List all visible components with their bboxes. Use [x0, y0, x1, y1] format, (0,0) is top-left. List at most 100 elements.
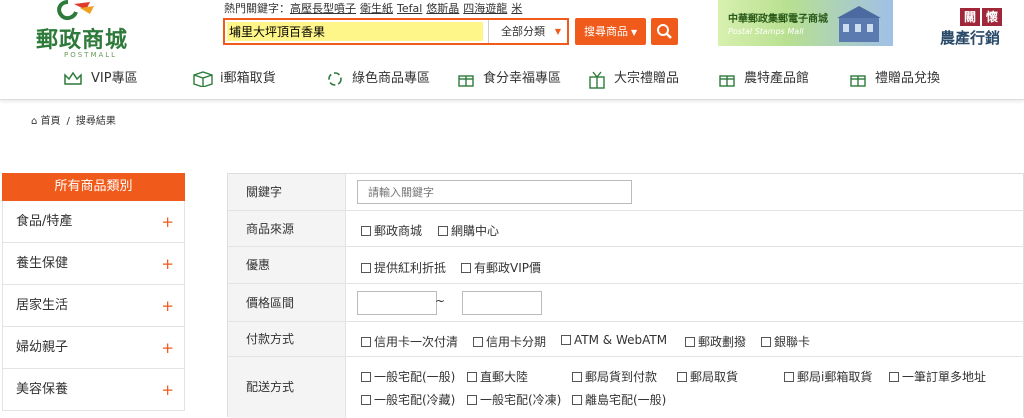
sidebar-item-label: 養生保健: [16, 256, 69, 271]
logo-text: 郵政商城: [36, 27, 129, 53]
plus-icon[interactable]: +: [161, 285, 174, 327]
breadcrumb-current: 搜尋結果: [75, 116, 116, 127]
search-icon-button[interactable]: [651, 18, 678, 45]
hot-keyword-link[interactable]: 衛生紙: [360, 2, 393, 15]
filter-row-discount: 優惠 提供紅利折抵 有郵政VIP價: [228, 247, 1024, 284]
checkbox-atm[interactable]: ATM & WebATM: [561, 333, 667, 347]
filter-row-delivery: 配送方式 一般宅配(一般) 直郵大陸 郵局貨到付款 郵局取貨 郵局i郵箱取貨 一…: [228, 357, 1024, 418]
hot-keyword-link[interactable]: 悠斯晶: [426, 2, 459, 15]
checkbox-icon: [361, 226, 371, 236]
filter-content: 信用卡一次付清 信用卡分期 ATM & WebATM 郵政劃撥 銀聯卡: [346, 322, 1024, 356]
checkbox-delivery-ibox[interactable]: 郵局i郵箱取貨: [784, 368, 872, 385]
filter-label: 優惠: [228, 247, 346, 283]
category-select[interactable]: 全部分類 ▼: [488, 20, 567, 43]
recycle-icon: [328, 72, 342, 86]
logo-subtext: POSTMALL: [64, 51, 118, 59]
plus-icon[interactable]: +: [161, 243, 174, 285]
checkbox-icon: [889, 372, 899, 382]
nav-label: 禮贈品兌換: [875, 71, 941, 86]
search-input[interactable]: [227, 22, 483, 41]
agri-care-banner[interactable]: 關 懷 農產行銷: [938, 8, 1020, 47]
banner-subtitle: Postal Stamps Mall: [728, 27, 804, 36]
filter-label: 配送方式: [228, 357, 346, 418]
banner-title: 中華郵政集郵電子商城: [728, 14, 828, 25]
hot-keyword-link[interactable]: 高壓長型噴子: [290, 2, 356, 15]
stamp-mall-banner[interactable]: 中華郵政集郵電子商城 Postal Stamps Mall: [718, 0, 893, 46]
checkbox-vip-price[interactable]: 有郵政VIP價: [461, 259, 541, 276]
sidebar-item-label: 婦幼親子: [16, 340, 69, 355]
hot-keyword-link[interactable]: 四海遊龍: [463, 2, 507, 15]
nav-label: 食分幸福專區: [483, 71, 562, 86]
checkbox-delivery-island[interactable]: 離島宅配(一般): [572, 391, 666, 408]
hot-keywords-label: 熱門關鍵字：: [224, 2, 290, 15]
filter-content: ~: [346, 284, 1024, 321]
checkbox-bonus-points[interactable]: 提供紅利折抵: [361, 259, 446, 276]
price-max-input[interactable]: [462, 291, 542, 315]
checkbox-delivery-chilled[interactable]: 一般宅配(冷藏): [361, 391, 455, 408]
checkbox-icon: [361, 395, 371, 405]
breadcrumb-home[interactable]: 首頁: [41, 116, 61, 127]
sidebar-item-home[interactable]: 居家生活 +: [2, 285, 185, 327]
care-char: 關: [960, 8, 980, 26]
filter-row-price: 價格區間 ~: [228, 284, 1024, 322]
search-products-label: 搜尋商品: [584, 25, 628, 38]
checkbox-icon: [685, 337, 695, 347]
checkbox-delivery-general[interactable]: 一般宅配(一般): [361, 368, 455, 385]
gift-box-icon: [589, 71, 605, 89]
checkbox-label: 一般宅配(冷藏): [374, 393, 456, 407]
checkbox-unionpay[interactable]: 銀聯卡: [761, 333, 810, 350]
checkbox-label: 提供紅利折抵: [374, 261, 447, 275]
plus-icon[interactable]: +: [161, 327, 174, 369]
checkbox-source-online[interactable]: 網購中心: [438, 222, 499, 239]
nav-label: 大宗禮贈品: [614, 71, 680, 86]
gift-icon: [850, 75, 866, 87]
keyword-input[interactable]: [357, 180, 632, 204]
checkbox-label: 一般宅配(一般): [374, 370, 456, 384]
checkbox-delivery-china[interactable]: 直郵大陸: [467, 368, 528, 385]
sidebar-item-food[interactable]: 食品/特產 +: [2, 201, 185, 243]
building-icon: [837, 6, 881, 42]
checkbox-label: ATM & WebATM: [574, 333, 668, 347]
hot-keyword-link[interactable]: Tefal: [397, 2, 422, 15]
checkbox-icon: [572, 395, 582, 405]
checkbox-delivery-pickup[interactable]: 郵局取貨: [677, 368, 738, 385]
filter-content: 提供紅利折抵 有郵政VIP價: [346, 247, 1024, 283]
sidebar-item-health[interactable]: 養生保健 +: [2, 243, 185, 285]
filter-content: 郵政商城 網購中心: [346, 211, 1024, 246]
gift-icon: [719, 75, 735, 87]
checkbox-postal-transfer[interactable]: 郵政劃撥: [685, 333, 746, 350]
checkbox-icon: [467, 395, 477, 405]
checkbox-icon: [467, 372, 477, 382]
checkbox-label: 郵局i郵箱取貨: [797, 370, 873, 384]
hot-keyword-link[interactable]: 米: [511, 2, 522, 15]
postmall-logo[interactable]: 郵政商城 POSTMALL: [36, 0, 146, 64]
filter-label: 付款方式: [228, 322, 346, 356]
price-min-input[interactable]: [357, 291, 437, 315]
checkbox-icon: [361, 372, 371, 382]
checkbox-icon: [677, 372, 687, 382]
home-icon[interactable]: ⌂: [31, 116, 37, 127]
hot-keywords: 熱門關鍵字：高壓長型噴子 衛生紙 Tefal 悠斯晶 四海遊龍米: [224, 0, 526, 16]
checkbox-delivery-multi-address[interactable]: 一筆訂單多地址: [889, 368, 986, 385]
checkbox-credit-installment[interactable]: 信用卡分期: [473, 333, 546, 350]
checkbox-delivery-frozen[interactable]: 一般宅配(冷凍): [467, 391, 561, 408]
crown-icon: [64, 71, 82, 85]
plus-icon[interactable]: +: [161, 201, 174, 243]
checkbox-source-postmall[interactable]: 郵政商城: [361, 222, 422, 239]
sidebar-item-beauty[interactable]: 美容保養 +: [2, 369, 185, 411]
checkbox-credit-once[interactable]: 信用卡一次付清: [361, 333, 458, 350]
checkbox-delivery-cod[interactable]: 郵局貨到付款: [572, 368, 657, 385]
sidebar-item-label: 美容保養: [16, 382, 69, 397]
checkbox-icon: [461, 263, 471, 273]
checkbox-label: 一般宅配(冷凍): [480, 393, 562, 407]
search-products-button[interactable]: 搜尋商品 ▼: [575, 18, 646, 45]
care-text: 農產行銷: [940, 29, 1001, 47]
sidebar-item-label: 食品/特產: [16, 214, 73, 229]
sidebar-item-baby[interactable]: 婦幼親子 +: [2, 327, 185, 369]
checkbox-label: 郵政商城: [374, 224, 423, 238]
nav-label: 綠色商品專區: [352, 71, 431, 86]
checkbox-label: 郵局貨到付款: [585, 370, 658, 384]
sidebar-item-label: 居家生活: [16, 298, 69, 313]
checkbox-icon: [361, 263, 371, 273]
plus-icon[interactable]: +: [161, 369, 174, 411]
